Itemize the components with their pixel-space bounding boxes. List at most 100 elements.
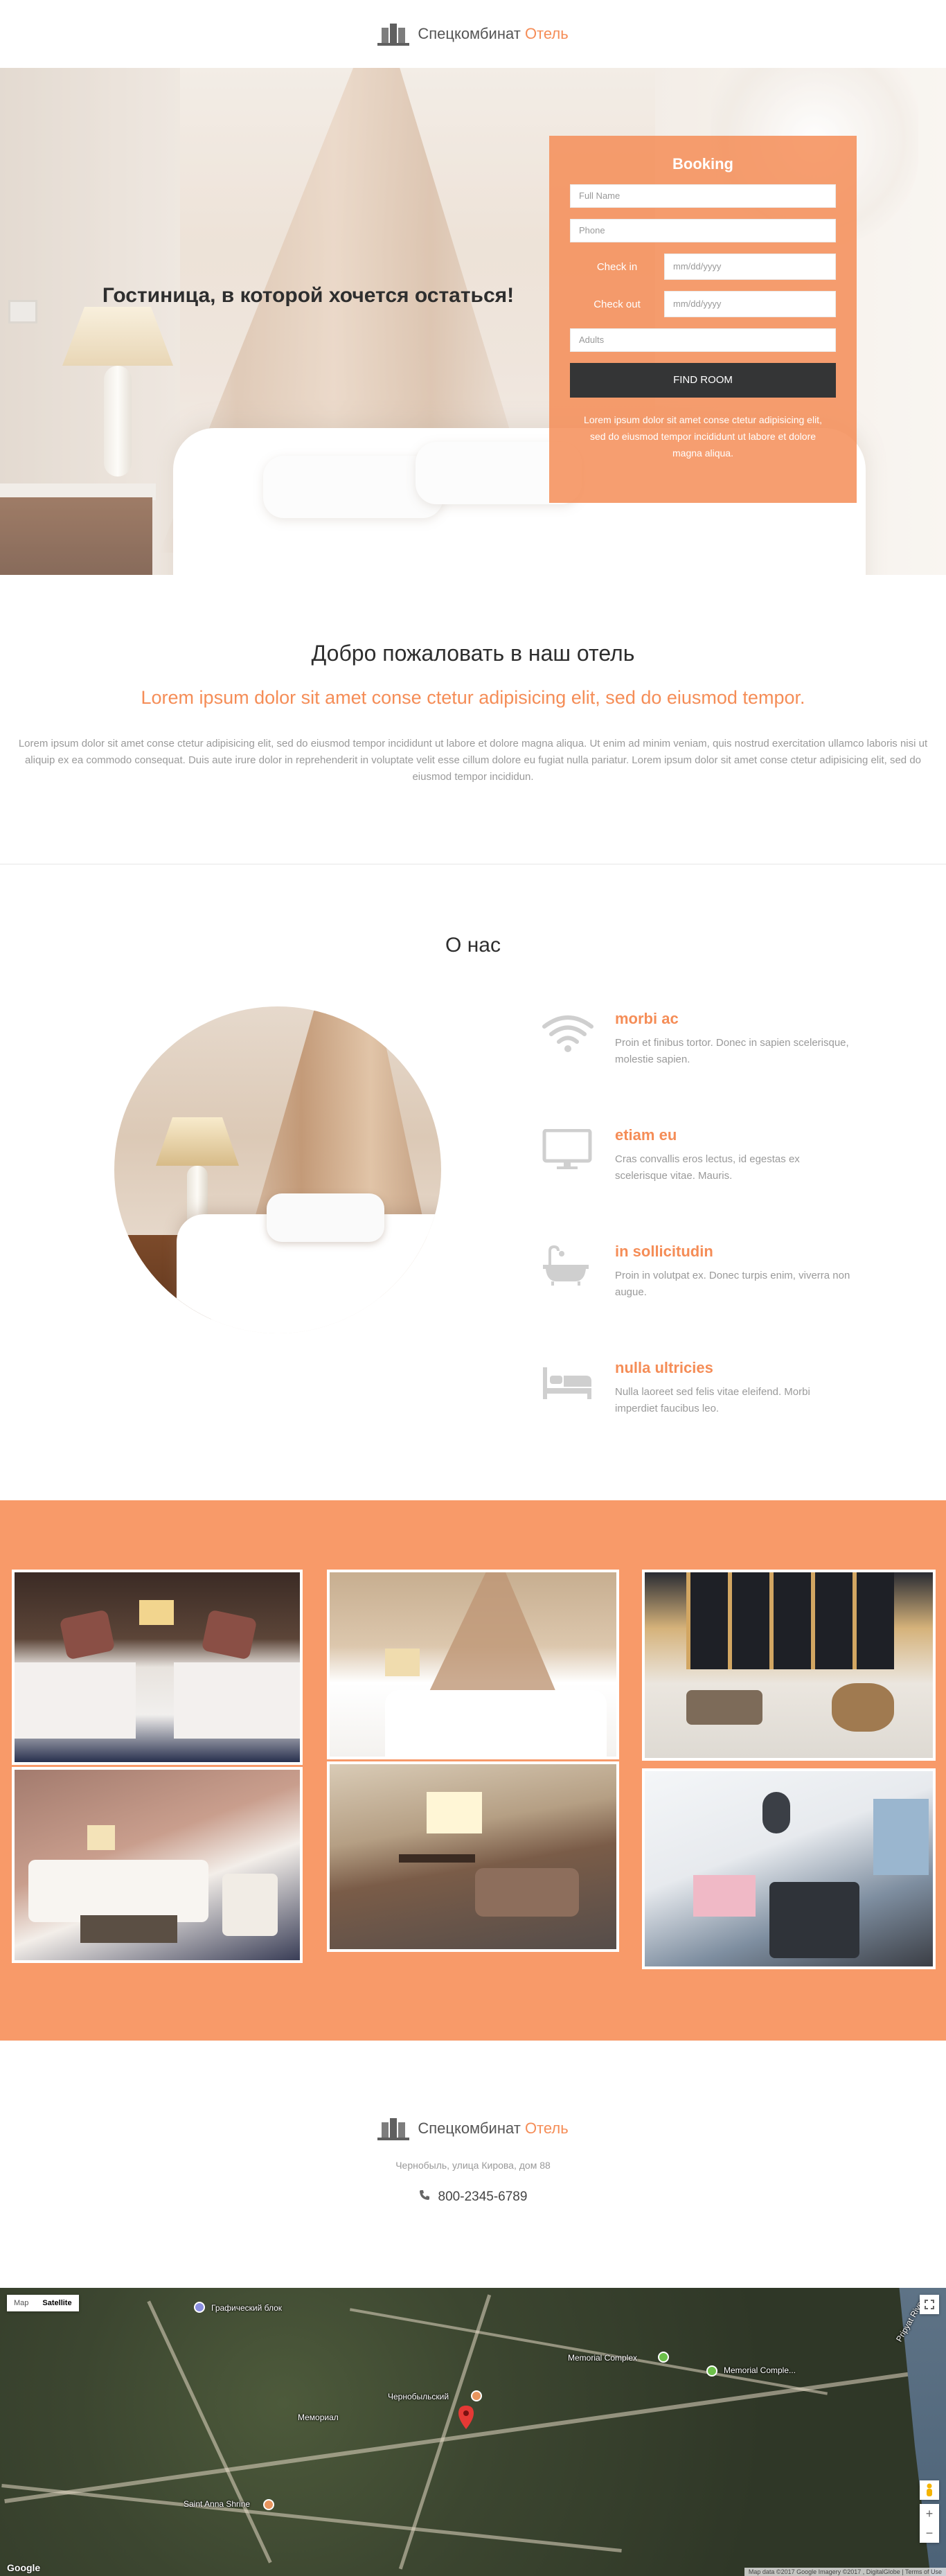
- footer: Спецкомбинат Отель Чернобыль, улица Киро…: [0, 2041, 946, 2288]
- zoom-in-button[interactable]: +: [920, 2504, 939, 2523]
- logo-main: Спецкомбинат: [418, 25, 521, 42]
- booking-form: Booking Full Name Phone Check in mm/dd/y…: [549, 136, 857, 503]
- map-road: [1, 2483, 622, 2553]
- gallery-image-lobby[interactable]: [642, 1570, 936, 1761]
- adults-input[interactable]: Adults: [570, 328, 836, 352]
- lamp-shape: [762, 1792, 790, 1833]
- about-section: О нас morbi ac Proin et finibus tortor. …: [0, 864, 946, 1500]
- map-label: Memorial Complex: [568, 2353, 638, 2363]
- feature-text: Proin in volutpat ex. Donec turpis enim,…: [615, 1270, 850, 1298]
- feature-text: Proin et finibus tortor. Donec in sapien…: [615, 1037, 849, 1065]
- phone-icon: [419, 2189, 430, 2205]
- about-photo: [114, 1006, 441, 1333]
- hero-section: Гостиница, в которой хочется остаться! B…: [0, 68, 946, 575]
- feature-title: morbi ac: [615, 1010, 679, 1027]
- feature-list: morbi ac Proin et finibus tortor. Donec …: [540, 1010, 873, 1475]
- bed-shape: [385, 1690, 607, 1757]
- gallery-image-canopy-bed[interactable]: [327, 1570, 619, 1759]
- map-poi[interactable]: [194, 2302, 205, 2313]
- booking-note: Lorem ipsum dolor sit amet conse ctetur …: [584, 414, 822, 459]
- lamp-shape: [139, 1600, 174, 1625]
- full-name-input[interactable]: Full Name: [570, 184, 836, 208]
- map-label: Мемориал: [298, 2413, 339, 2422]
- map-attribution[interactable]: Map data ©2017 Google Imagery ©2017 , Di…: [744, 2568, 946, 2576]
- site-header: Спецкомбинат Отель: [0, 0, 946, 68]
- footer-address: Чернобыль, улица Кирова, дом 88: [395, 2160, 551, 2171]
- footer-logo-main: Спецкомбинат: [418, 2120, 521, 2137]
- phone-number: 800-2345-6789: [438, 2189, 528, 2204]
- map-type-satellite-button[interactable]: Satellite: [35, 2295, 78, 2311]
- footer-logo-text: Спецкомбинат Отель: [418, 2120, 568, 2138]
- bathtub-icon: [540, 1245, 596, 1287]
- welcome-text: Lorem ipsum dolor sit amet conse ctetur …: [18, 738, 928, 783]
- pillow-shape: [201, 1609, 258, 1660]
- table-shape: [80, 1915, 177, 1943]
- map-widget[interactable]: Графический блок Memorial Complex Memori…: [0, 2288, 946, 2576]
- wifi-icon: [540, 1013, 596, 1054]
- map-poi[interactable]: [658, 2352, 669, 2363]
- welcome-section: Добро пожаловать в наш отель Lorem ipsum…: [0, 575, 946, 864]
- armchair-shape: [769, 1882, 859, 1958]
- canopy-shape: [427, 1572, 558, 1697]
- zoom-out-button[interactable]: −: [920, 2523, 939, 2543]
- welcome-subtitle: Lorem ipsum dolor sit amet conse ctetur …: [141, 687, 805, 708]
- gallery-section: [0, 1500, 946, 2041]
- footer-logo-accent: Отель: [524, 2120, 569, 2137]
- map-label: Графический блок: [211, 2303, 283, 2313]
- about-title: О нас: [445, 934, 501, 957]
- hero-title: Гостиница, в которой хочется остаться!: [102, 284, 515, 307]
- map-type-control: Map Satellite: [7, 2295, 79, 2311]
- building-icon: [377, 22, 410, 46]
- logo-accent: Отель: [524, 25, 569, 42]
- fullscreen-icon[interactable]: [920, 2295, 939, 2314]
- find-room-button[interactable]: FIND ROOM: [570, 363, 836, 398]
- lamp-shape: [385, 1649, 420, 1676]
- lamp-shape: [87, 1825, 115, 1850]
- map-pin-icon[interactable]: [458, 2406, 474, 2433]
- check-in-row: Check in mm/dd/yyyy: [570, 254, 836, 280]
- armchair-shape: [222, 1874, 278, 1936]
- desk-shape: [399, 1854, 475, 1863]
- gallery-image-modern-suite[interactable]: [642, 1768, 936, 1969]
- armchair-shape: [475, 1868, 579, 1917]
- map-poi[interactable]: [263, 2499, 274, 2510]
- about-photo-lamp: [156, 1117, 239, 1166]
- gallery-image-study[interactable]: [327, 1761, 619, 1952]
- footer-logo[interactable]: Спецкомбинат Отель: [0, 2117, 946, 2140]
- feature-title: in sollicitudin: [615, 1243, 713, 1260]
- zoom-control: + −: [920, 2504, 939, 2543]
- window-shape: [873, 1799, 929, 1875]
- map-poi[interactable]: [706, 2365, 717, 2377]
- gallery-image-twin-room[interactable]: [12, 1570, 303, 1765]
- booking-title: Booking: [672, 155, 733, 172]
- logo-text: Спецкомбинат Отель: [418, 25, 568, 43]
- feature-title: etiam eu: [615, 1126, 677, 1144]
- shelf-shape: [686, 1572, 894, 1669]
- logo[interactable]: Спецкомбинат Отель: [377, 22, 569, 46]
- monitor-icon: [540, 1128, 596, 1171]
- bed-shape: [15, 1662, 136, 1739]
- feature-item: morbi ac Proin et finibus tortor. Donec …: [540, 1010, 873, 1126]
- map-type-map-button[interactable]: Map: [7, 2295, 35, 2311]
- feature-title: nulla ultricies: [615, 1359, 713, 1376]
- street-view-icon[interactable]: [920, 2480, 939, 2500]
- feature-text: Cras convallis eros lectus, id egestas e…: [615, 1153, 800, 1182]
- sofa-shape: [28, 1860, 208, 1922]
- footer-phone[interactable]: 800-2345-6789: [0, 2189, 946, 2205]
- building-icon: [377, 2117, 410, 2140]
- gallery-image-lounge[interactable]: [12, 1767, 303, 1963]
- map-poi[interactable]: [471, 2390, 482, 2401]
- pillow-shape: [59, 1609, 116, 1660]
- map-label: Memorial Comple...: [724, 2365, 796, 2375]
- window-shape: [427, 1792, 482, 1833]
- map-road: [147, 2300, 272, 2564]
- feature-item: in sollicitudin Proin in volutpat ex. Do…: [540, 1243, 873, 1359]
- phone-input[interactable]: Phone: [570, 219, 836, 242]
- check-in-label: Check in: [596, 260, 638, 273]
- about-photo-pillow: [267, 1193, 384, 1242]
- chair-shape: [686, 1690, 762, 1725]
- check-in-date-input[interactable]: mm/dd/yyyy: [664, 254, 836, 280]
- check-out-date-input[interactable]: mm/dd/yyyy: [664, 291, 836, 317]
- bed-icon: [540, 1362, 596, 1403]
- map-label: Saint Anna Shrine: [184, 2499, 251, 2509]
